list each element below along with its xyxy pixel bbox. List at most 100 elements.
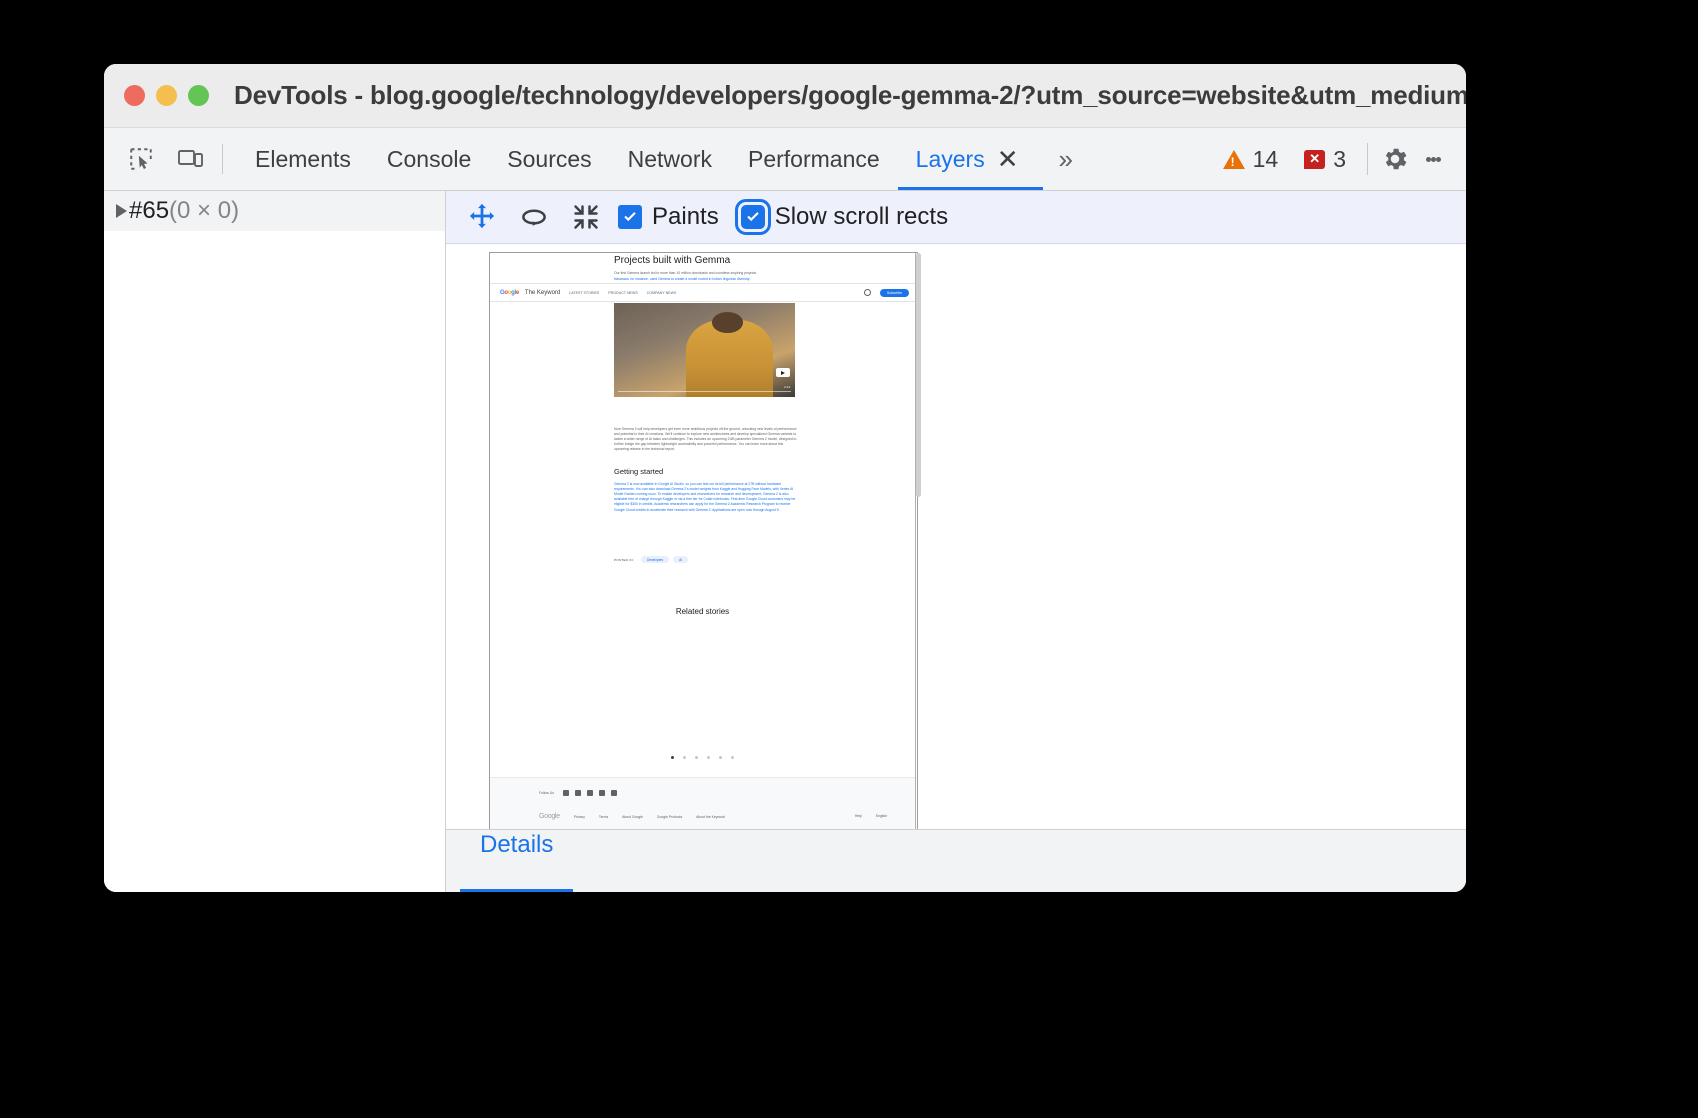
devtools-window: DevTools - blog.google/technology/develo… [104, 64, 1466, 892]
paints-label: Paints [652, 203, 719, 231]
close-window-button[interactable] [124, 85, 145, 106]
carousel-dot[interactable] [719, 756, 722, 759]
warning-counter[interactable]: 14 [1210, 146, 1292, 173]
related-stories-heading: Related stories [490, 607, 915, 616]
page-layer-preview: Projects built with Gemma Our first Gemm… [489, 252, 916, 829]
footer-link-terms[interactable]: Terms [599, 815, 608, 819]
error-icon: ✕ [1304, 150, 1325, 169]
more-tabs-icon[interactable]: » [1043, 128, 1089, 190]
preview-intro-line1: Our first Gemma launch led to more than … [614, 271, 799, 276]
rotate-mode-icon[interactable] [514, 197, 554, 237]
minimize-window-button[interactable] [156, 85, 177, 106]
footer-google-logo: Google [539, 813, 560, 820]
carousel-dot[interactable] [731, 756, 734, 759]
tab-network-label: Network [628, 146, 712, 173]
play-button-icon[interactable] [776, 368, 790, 377]
preview-heading: Projects built with Gemma [614, 255, 730, 266]
preview-footer: Follow Us Google Privacy Terms About Goo… [490, 777, 915, 829]
device-toolbar-icon[interactable] [174, 142, 208, 176]
devtools-tab-strip: Elements Console Sources Network Perform… [104, 128, 1466, 191]
tab-performance-label: Performance [748, 146, 880, 173]
error-count: 3 [1333, 146, 1346, 173]
layers-3d-canvas[interactable]: Projects built with Gemma Our first Gemm… [446, 244, 1466, 829]
layer-tree-panel: #65 (0 × 0) [104, 191, 446, 892]
preview-section-heading: Getting started [614, 467, 663, 476]
layers-right-pane: Paints Slow scroll rects Projects built … [446, 191, 1466, 892]
tab-layers[interactable]: Layers ✕ [898, 128, 1043, 190]
window-title: DevTools - blog.google/technology/develo… [234, 80, 1466, 111]
details-bar: Details [446, 829, 1466, 892]
tab-sources[interactable]: Sources [489, 128, 609, 190]
tag-developers[interactable]: Developers [641, 556, 669, 563]
counter-divider [1367, 143, 1368, 175]
tab-performance[interactable]: Performance [730, 128, 898, 190]
warning-icon [1223, 150, 1245, 169]
issue-counters: 14 ✕ 3 [1210, 140, 1466, 178]
subscribe-button[interactable]: Subscribe [880, 289, 909, 297]
twitter-icon[interactable] [575, 790, 581, 796]
carousel-dot[interactable] [707, 756, 710, 759]
close-icon[interactable]: ✕ [985, 128, 1025, 190]
pan-mode-icon[interactable] [462, 197, 502, 237]
expand-arrow-icon[interactable] [116, 204, 127, 218]
warning-count: 14 [1253, 146, 1279, 173]
carousel-dots [490, 756, 915, 759]
posted-in-row: POSTED IN: Developers AI [614, 556, 692, 563]
footer-links: Google Privacy Terms About Google Google… [539, 813, 725, 820]
nav-latest-stories[interactable]: LATEST STORIES [569, 291, 599, 295]
instagram-icon[interactable] [563, 790, 569, 796]
layer-tree-row[interactable]: #65 (0 × 0) [104, 191, 445, 231]
footer-link-privacy[interactable]: Privacy [574, 815, 585, 819]
checkbox-checked-icon [741, 205, 765, 229]
tab-layers-label: Layers [916, 146, 985, 173]
language-selector[interactable]: English [876, 814, 887, 818]
slow-scroll-rects-checkbox[interactable]: Slow scroll rects [741, 203, 948, 231]
tab-sources-label: Sources [507, 146, 591, 173]
tag-ai[interactable]: AI [673, 556, 688, 563]
tab-elements-label: Elements [255, 146, 351, 173]
footer-right-group: Help English [855, 814, 887, 818]
preview-site-header: Google The Keyword LATEST STORIES PRODUC… [490, 283, 915, 302]
carousel-dot[interactable] [695, 756, 698, 759]
tab-console[interactable]: Console [369, 128, 489, 190]
inspect-element-icon[interactable] [124, 142, 158, 176]
video-duration: 2:14 [784, 385, 790, 389]
slow-scroll-rects-label: Slow scroll rects [775, 203, 948, 231]
facebook-icon[interactable] [599, 790, 605, 796]
error-counter[interactable]: ✕ 3 [1291, 146, 1359, 173]
footer-link-about-the-keyword[interactable]: About the Keyword [696, 815, 725, 819]
kebab-menu-icon[interactable] [1414, 140, 1452, 178]
gear-icon[interactable] [1376, 140, 1414, 178]
page-scrollbar-thumb[interactable] [916, 253, 921, 497]
maximize-window-button[interactable] [188, 85, 209, 106]
preview-body-paragraph: Now Gemma 2 will help developers get eve… [614, 427, 797, 453]
checkbox-checked-icon [618, 205, 642, 229]
hero-person-head [712, 312, 743, 333]
help-link[interactable]: Help [855, 814, 862, 818]
nav-product-news[interactable]: PRODUCT NEWS [608, 291, 637, 295]
layers-toolbar: Paints Slow scroll rects [446, 191, 1466, 244]
main-split: #65 (0 × 0) [104, 191, 1466, 892]
header-right-group: Subscribe [864, 289, 915, 297]
youtube-icon[interactable] [587, 790, 593, 796]
footer-link-about-google[interactable]: About Google [622, 815, 643, 819]
tab-console-label: Console [387, 146, 471, 173]
follow-us-label: Follow Us [539, 791, 554, 795]
video-progress-bar[interactable] [618, 391, 791, 393]
carousel-dot[interactable] [671, 756, 674, 759]
linkedin-icon[interactable] [611, 790, 617, 796]
hero-video-thumbnail[interactable]: 2:14 [614, 303, 795, 397]
title-bar: DevTools - blog.google/technology/develo… [104, 64, 1466, 128]
tab-network[interactable]: Network [610, 128, 730, 190]
tab-elements[interactable]: Elements [237, 128, 369, 190]
reset-transform-icon[interactable] [566, 197, 606, 237]
preview-intro-line2: Navarasa, for instance, used Gemma to cr… [614, 277, 799, 282]
search-icon[interactable] [864, 289, 871, 296]
paints-checkbox[interactable]: Paints [618, 203, 719, 231]
the-keyword-label: The Keyword [525, 290, 560, 296]
footer-link-google-products[interactable]: Google Products [657, 815, 682, 819]
nav-company-news[interactable]: COMPANY NEWS [647, 291, 677, 295]
carousel-dot[interactable] [683, 756, 686, 759]
toolbar-divider [222, 144, 223, 174]
posted-in-label: POSTED IN: [614, 558, 634, 562]
